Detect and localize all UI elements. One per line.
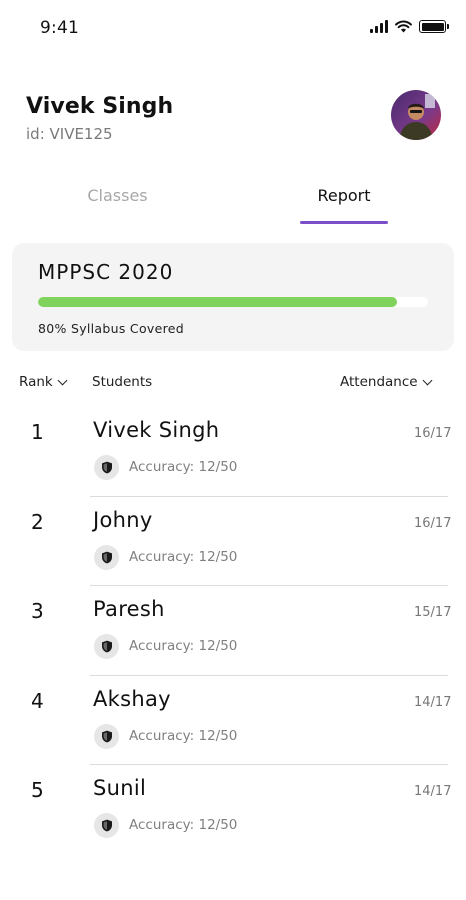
- student-rank: 3: [31, 599, 44, 623]
- tab-bar: Classes Report: [0, 186, 466, 228]
- attendance-header-label: Attendance: [340, 374, 418, 390]
- student-name: Paresh: [93, 597, 165, 621]
- student-accuracy: Accuracy: 12/50: [129, 638, 238, 654]
- student-attendance: 14/17: [414, 694, 452, 710]
- student-attendance: 15/17: [414, 605, 452, 620]
- student-accuracy: Accuracy: 12/50: [129, 459, 238, 475]
- wifi-icon: [395, 20, 412, 33]
- student-name: Sunil: [93, 776, 147, 800]
- shield-icon: [94, 723, 119, 749]
- avatar[interactable]: [391, 90, 441, 140]
- shield-icon: [94, 544, 119, 570]
- student-name: Akshay: [93, 686, 171, 711]
- status-time: 9:41: [40, 18, 79, 38]
- syllabus-progress-fill: [38, 297, 397, 307]
- tab-report[interactable]: Report: [300, 186, 388, 205]
- student-name: Vivek Singh: [93, 418, 220, 442]
- student-attendance: 16/17: [414, 515, 452, 531]
- student-accuracy: Accuracy: 12/50: [129, 727, 238, 744]
- course-title: MPPSC 2020: [38, 260, 174, 284]
- chevron-down-icon: [57, 375, 68, 385]
- tab-classes[interactable]: Classes: [60, 186, 175, 205]
- student-attendance: 14/17: [414, 784, 452, 799]
- student-name: Johny: [93, 507, 153, 532]
- student-rank: 4: [31, 688, 44, 713]
- student-row[interactable]: 4 Akshay 14/17 Accuracy: 12/50: [0, 675, 466, 764]
- syllabus-progress-bar: [38, 297, 428, 307]
- profile-header: Vivek Singh id: VIVE125: [26, 94, 173, 143]
- course-progress-card[interactable]: MPPSC 2020 80% Syllabus Covered: [12, 243, 454, 351]
- student-rank: 5: [31, 778, 44, 802]
- syllabus-progress-label: 80% Syllabus Covered: [38, 321, 184, 336]
- shield-icon: [94, 813, 119, 838]
- student-accuracy: Accuracy: 12/50: [129, 548, 238, 565]
- student-accuracy: Accuracy: 12/50: [129, 817, 238, 833]
- rank-header-label: Rank: [19, 374, 53, 390]
- attendance-sort-header[interactable]: Attendance: [340, 374, 433, 390]
- chevron-down-icon: [422, 375, 433, 385]
- status-icons: [370, 20, 449, 33]
- rank-sort-header[interactable]: Rank: [19, 374, 68, 390]
- battery-icon: [419, 20, 449, 33]
- student-attendance: 16/17: [414, 426, 452, 441]
- shield-icon: [94, 634, 119, 659]
- student-row[interactable]: 5 Sunil 14/17 Accuracy: 12/50: [0, 764, 466, 853]
- students-header-label: Students: [92, 374, 153, 390]
- student-row[interactable]: 3 Paresh 15/17 Accuracy: 12/50: [0, 585, 466, 674]
- student-rank: 2: [31, 509, 44, 534]
- students-header: Students: [92, 374, 152, 390]
- student-row[interactable]: 2 Johny 16/17 Accuracy: 12/50: [0, 496, 466, 585]
- avatar-image: [391, 90, 441, 140]
- shield-icon: [94, 455, 119, 480]
- profile-name: Vivek Singh: [26, 94, 174, 119]
- profile-id: id: VIVE125: [26, 125, 113, 143]
- active-tab-indicator: [300, 221, 388, 224]
- student-rank: 1: [31, 420, 44, 444]
- student-row[interactable]: 1 Vivek Singh 16/17 Accuracy: 12/50: [0, 406, 466, 495]
- status-bar: 9:41: [0, 0, 466, 56]
- cellular-signal-icon: [370, 20, 388, 33]
